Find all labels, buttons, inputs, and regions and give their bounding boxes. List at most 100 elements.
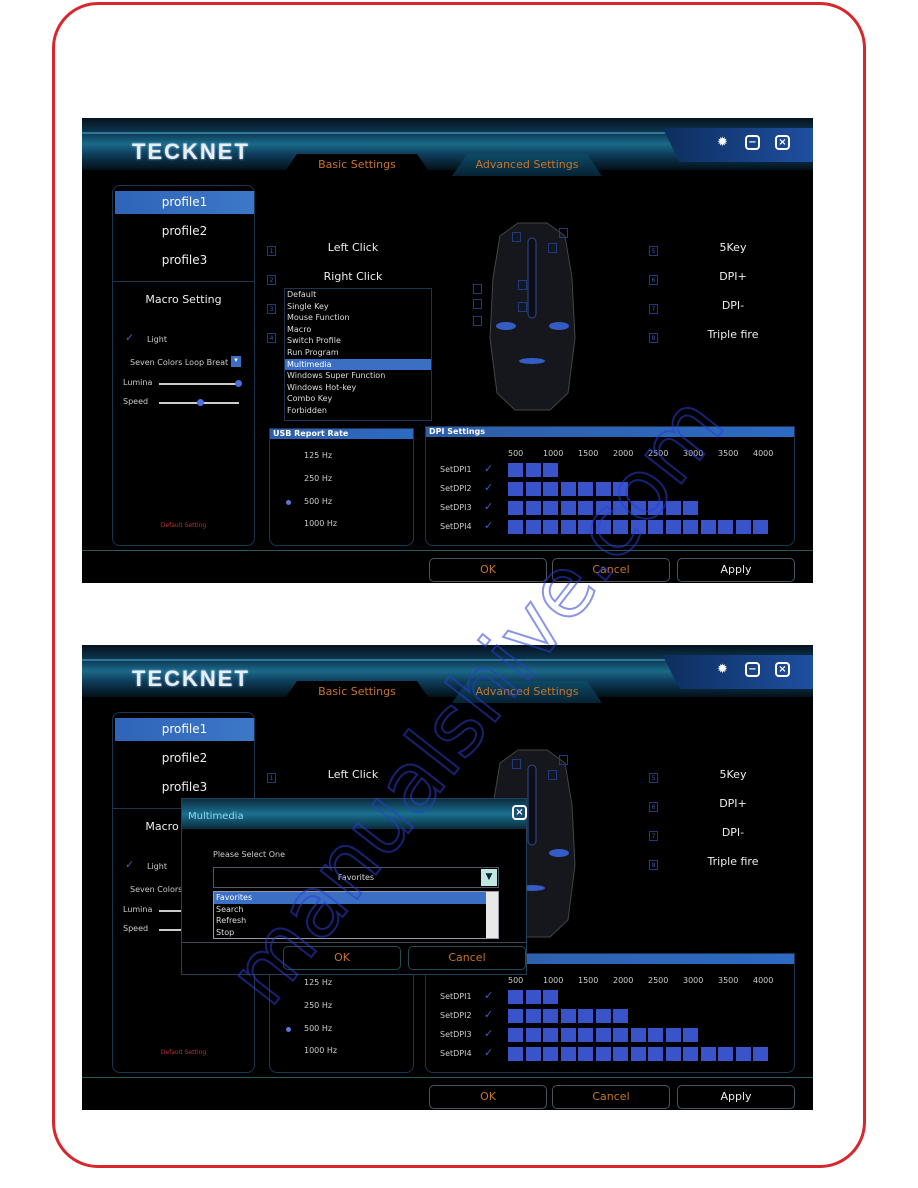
button-assignment[interactable]: 5Key: [668, 241, 798, 254]
dpi-level-block[interactable]: [525, 520, 541, 534]
dpi-level-block[interactable]: [508, 520, 523, 534]
dpi-row-checkbox[interactable]: ✓: [484, 989, 493, 1002]
macro-setting-button[interactable]: Macro Setting: [113, 293, 254, 306]
dpi-level-block[interactable]: [595, 1047, 611, 1061]
dpi-level-block[interactable]: [508, 501, 523, 515]
profile-2[interactable]: profile2: [115, 747, 254, 770]
dpi-level-block[interactable]: [683, 1047, 698, 1061]
scrollbar[interactable]: [486, 892, 498, 938]
dpi-level-block[interactable]: [543, 1028, 558, 1042]
dpi-level-block[interactable]: [613, 482, 628, 496]
dpi-level-block[interactable]: [700, 520, 716, 534]
profile-1[interactable]: profile1: [115, 718, 254, 741]
gear-icon[interactable]: ✹: [715, 662, 730, 677]
mouse-button-marker[interactable]: [518, 302, 527, 312]
dpi-row-checkbox[interactable]: ✓: [484, 500, 493, 513]
multimedia-option[interactable]: Refresh: [214, 915, 486, 927]
gear-icon[interactable]: ✹: [715, 135, 730, 150]
dpi-row-checkbox[interactable]: ✓: [484, 481, 493, 494]
dpi-row-checkbox[interactable]: ✓: [484, 1008, 493, 1021]
button-assignment[interactable]: DPI-: [668, 299, 798, 312]
dpi-row-checkbox[interactable]: ✓: [484, 462, 493, 475]
mouse-button-marker[interactable]: [548, 770, 557, 780]
cancel-button[interactable]: Cancel: [552, 1085, 670, 1109]
dpi-level-block[interactable]: [683, 520, 698, 534]
usb-rate-option[interactable]: 125 Hz: [304, 451, 332, 460]
dpi-level-block[interactable]: [508, 1009, 523, 1023]
mouse-button-marker[interactable]: [559, 228, 568, 238]
mouse-button-marker[interactable]: [512, 759, 521, 769]
dpi-level-block[interactable]: [613, 1009, 628, 1023]
lumina-slider[interactable]: [159, 380, 242, 387]
usb-rate-option[interactable]: 500 Hz: [304, 497, 332, 506]
dpi-level-block[interactable]: [508, 990, 523, 1004]
function-option[interactable]: Run Program: [285, 347, 431, 359]
dpi-level-block[interactable]: [665, 501, 681, 515]
mouse-button-marker[interactable]: [548, 243, 557, 253]
light-checkbox[interactable]: ✓: [125, 331, 134, 344]
dpi-level-block[interactable]: [595, 520, 611, 534]
dpi-level-block[interactable]: [630, 520, 646, 534]
dpi-level-block[interactable]: [753, 1047, 768, 1061]
close-icon[interactable]: ×: [775, 135, 790, 150]
dpi-level-block[interactable]: [630, 1028, 646, 1042]
button-assignment[interactable]: Right Click: [288, 270, 418, 283]
profile-1[interactable]: profile1: [115, 191, 254, 214]
dpi-level-block[interactable]: [648, 1047, 663, 1061]
dpi-level-block[interactable]: [525, 1028, 541, 1042]
dpi-level-block[interactable]: [508, 463, 523, 477]
dpi-level-block[interactable]: [560, 1009, 576, 1023]
dpi-level-block[interactable]: [578, 501, 593, 515]
function-option[interactable]: Mouse Function: [285, 312, 431, 324]
dpi-level-block[interactable]: [508, 482, 523, 496]
function-option[interactable]: Combo Key: [285, 393, 431, 405]
button-assignment[interactable]: DPI+: [668, 270, 798, 283]
multimedia-select[interactable]: Favorites ▼: [213, 867, 499, 888]
mouse-button-marker[interactable]: [518, 280, 527, 290]
usb-rate-option[interactable]: 250 Hz: [304, 1001, 332, 1010]
button-assignment[interactable]: Triple fire: [668, 328, 798, 341]
usb-rate-option[interactable]: 1000 Hz: [304, 1046, 337, 1055]
cancel-button[interactable]: Cancel: [552, 558, 670, 582]
ok-button[interactable]: OK: [429, 1085, 547, 1109]
dpi-level-block[interactable]: [630, 1047, 646, 1061]
dpi-level-block[interactable]: [718, 1047, 733, 1061]
dpi-level-block[interactable]: [543, 463, 558, 477]
dpi-level-block[interactable]: [508, 1028, 523, 1042]
button-assignment[interactable]: Left Click: [288, 768, 418, 781]
dpi-level-block[interactable]: [613, 1047, 628, 1061]
dpi-level-block[interactable]: [560, 482, 576, 496]
chevron-down-icon[interactable]: ▼: [481, 869, 497, 886]
minimize-icon[interactable]: −: [745, 135, 760, 150]
function-option[interactable]: Single Key: [285, 301, 431, 313]
dpi-level-block[interactable]: [560, 501, 576, 515]
dpi-level-block[interactable]: [630, 501, 646, 515]
dpi-level-block[interactable]: [525, 1047, 541, 1061]
usb-rate-option[interactable]: 250 Hz: [304, 474, 332, 483]
dpi-level-block[interactable]: [665, 1028, 681, 1042]
dpi-level-block[interactable]: [735, 520, 751, 534]
dpi-level-block[interactable]: [543, 1047, 558, 1061]
minimize-icon[interactable]: −: [745, 662, 760, 677]
dpi-level-block[interactable]: [665, 1047, 681, 1061]
dpi-level-block[interactable]: [595, 501, 611, 515]
button-assignment[interactable]: 5Key: [668, 768, 798, 781]
dpi-level-block[interactable]: [648, 1028, 663, 1042]
dpi-level-block[interactable]: [578, 1028, 593, 1042]
usb-rate-option[interactable]: 1000 Hz: [304, 519, 337, 528]
dpi-level-block[interactable]: [578, 1047, 593, 1061]
usb-rate-option[interactable]: 500 Hz: [304, 1024, 332, 1033]
function-option[interactable]: Macro: [285, 324, 431, 336]
dpi-row-checkbox[interactable]: ✓: [484, 1046, 493, 1059]
dpi-level-block[interactable]: [543, 520, 558, 534]
light-mode-select[interactable]: Seven Colors Loop Breat: [130, 358, 228, 367]
dpi-level-block[interactable]: [543, 501, 558, 515]
function-option[interactable]: Windows Hot-key: [285, 382, 431, 394]
tab-basic-settings[interactable]: Basic Settings: [282, 154, 432, 176]
speed-slider[interactable]: [159, 399, 239, 406]
close-icon[interactable]: ×: [512, 805, 527, 820]
dpi-level-block[interactable]: [578, 1009, 593, 1023]
dpi-level-block[interactable]: [508, 1047, 523, 1061]
function-option[interactable]: Switch Profile: [285, 335, 431, 347]
dpi-level-block[interactable]: [525, 1009, 541, 1023]
